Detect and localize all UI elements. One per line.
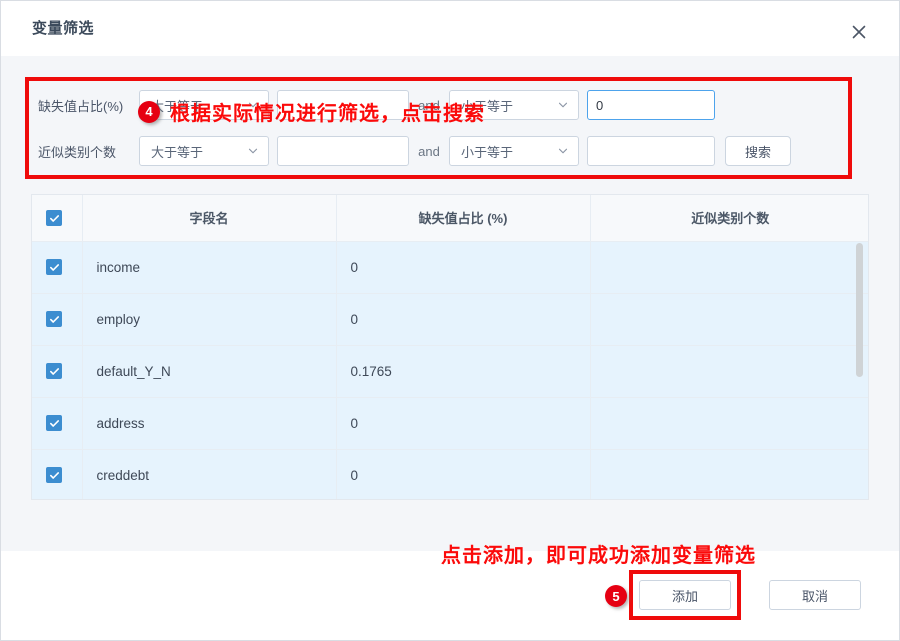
value-input-missing-to[interactable] <box>587 90 715 120</box>
operator-select-cat-from[interactable]: 大于等于 <box>139 136 269 166</box>
cell-field-name: address <box>82 397 336 449</box>
conjunction-label-cat: and <box>409 144 449 159</box>
value-input-cat-to[interactable] <box>587 136 715 166</box>
cell-approx-cat <box>590 449 869 500</box>
column-header-missing-pct[interactable]: 缺失值占比 (%) <box>336 195 590 241</box>
row-checkbox-cell <box>32 293 82 345</box>
row-checkbox-cell <box>32 397 82 449</box>
cell-approx-cat <box>590 345 869 397</box>
row-checkbox-cell <box>32 241 82 293</box>
annotation-step-4-text: 根据实际情况进行筛选，点击搜索 <box>170 97 485 126</box>
close-icon[interactable] <box>847 20 871 44</box>
row-checkbox[interactable] <box>46 363 62 379</box>
cell-approx-cat <box>590 293 869 345</box>
cell-field-name: employ <box>82 293 336 345</box>
step-badge-4: 4 <box>138 101 160 123</box>
spacer <box>715 105 791 106</box>
cell-missing-pct: 0 <box>336 449 590 500</box>
filter-row-approx-cat: 近似类别个数 大于等于 and 小于等于 <box>29 129 791 173</box>
filter-label-approx-cat: 近似类别个数 <box>29 142 139 161</box>
field-table-head: 字段名 缺失值占比 (%) 近似类别个数 <box>32 195 869 241</box>
select-all-header-cell <box>32 195 82 241</box>
filter-label-missing-pct: 缺失值占比(%) <box>29 96 139 115</box>
table-header-row: 字段名 缺失值占比 (%) 近似类别个数 <box>32 195 869 241</box>
table-row[interactable]: creddebt 0 <box>32 449 869 500</box>
cell-missing-pct: 0 <box>336 397 590 449</box>
cell-missing-pct: 0.1765 <box>336 345 590 397</box>
field-table-element: 字段名 缺失值占比 (%) 近似类别个数 income 0 <box>32 195 869 500</box>
variable-filter-dialog: 变量筛选 4 根据实际情况进行筛选，点击搜索 缺失值占比(%) 大于等于 <box>0 0 900 641</box>
cancel-button[interactable]: 取消 <box>769 580 861 610</box>
cell-missing-pct: 0 <box>336 293 590 345</box>
table-row[interactable]: employ 0 <box>32 293 869 345</box>
row-checkbox[interactable] <box>46 467 62 483</box>
column-header-field-name[interactable]: 字段名 <box>82 195 336 241</box>
dialog-body: 4 根据实际情况进行筛选，点击搜索 缺失值占比(%) 大于等于 and <box>1 56 900 551</box>
row-checkbox[interactable] <box>46 259 62 275</box>
table-row[interactable]: income 0 <box>32 241 869 293</box>
dialog-footer: 点击添加，即可成功添加变量筛选 5 添加 取消 <box>1 551 900 641</box>
row-checkbox[interactable] <box>46 311 62 327</box>
cell-approx-cat <box>590 397 869 449</box>
step-badge-5: 5 <box>605 585 627 607</box>
cell-field-name: default_Y_N <box>82 345 336 397</box>
field-table-body: income 0 employ 0 <box>32 241 869 500</box>
column-header-approx-cat[interactable]: 近似类别个数 <box>590 195 869 241</box>
table-row[interactable]: default_Y_N 0.1765 <box>32 345 869 397</box>
dialog-title: 变量筛选 <box>32 17 94 38</box>
add-button[interactable]: 添加 <box>639 580 731 610</box>
cell-field-name: creddebt <box>82 449 336 500</box>
table-scrollbar-thumb[interactable] <box>856 243 863 377</box>
filter-area-highlight: 缺失值占比(%) 大于等于 and 小于等于 <box>25 77 852 179</box>
value-input-cat-from[interactable] <box>277 136 409 166</box>
row-checkbox-cell <box>32 345 82 397</box>
search-button[interactable]: 搜索 <box>725 136 791 166</box>
row-checkbox-cell <box>32 449 82 500</box>
dialog-header: 变量筛选 <box>1 1 900 56</box>
cell-missing-pct: 0 <box>336 241 590 293</box>
chevron-down-icon <box>558 146 568 156</box>
operator-select-cat-to-value: 小于等于 <box>450 142 513 161</box>
table-row[interactable]: address 0 <box>32 397 869 449</box>
annotation-step-5-text: 点击添加，即可成功添加变量筛选 <box>441 539 756 568</box>
cell-approx-cat <box>590 241 869 293</box>
field-table: 字段名 缺失值占比 (%) 近似类别个数 income 0 <box>31 194 869 500</box>
row-checkbox[interactable] <box>46 415 62 431</box>
annotation-step-4: 4 根据实际情况进行筛选，点击搜索 <box>138 97 485 126</box>
select-all-checkbox[interactable] <box>46 210 62 226</box>
cell-field-name: income <box>82 241 336 293</box>
operator-select-cat-to[interactable]: 小于等于 <box>449 136 579 166</box>
chevron-down-icon <box>558 100 568 110</box>
operator-select-cat-from-value: 大于等于 <box>140 142 203 161</box>
chevron-down-icon <box>248 146 258 156</box>
